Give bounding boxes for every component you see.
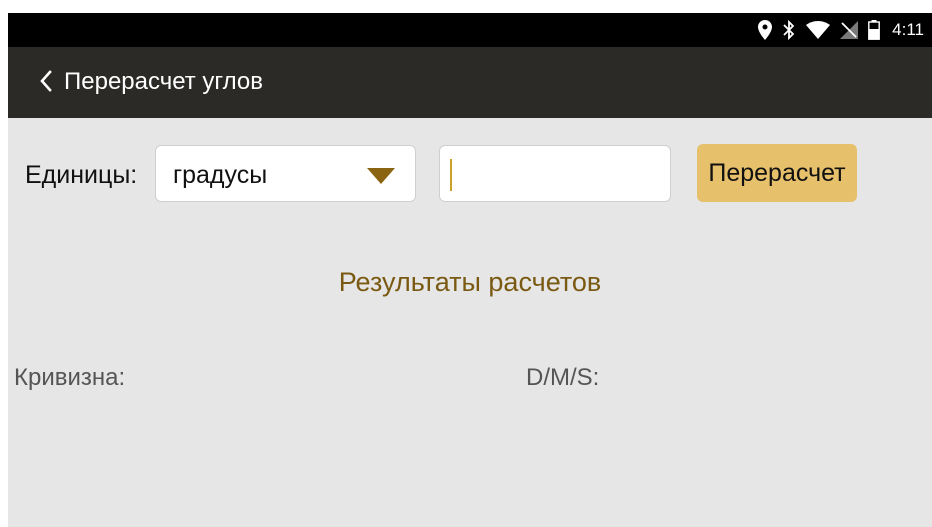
recalculate-button[interactable]: Перерасчет — [697, 144, 857, 202]
bluetooth-icon — [782, 20, 796, 40]
back-button[interactable] — [28, 65, 64, 101]
curvature-label: Кривизна: — [14, 364, 126, 391]
status-bar: 4:11 — [8, 13, 932, 47]
app-screen: 4:11 Перерасчет углов Единицы: градусы П… — [8, 13, 932, 527]
units-label: Единицы: — [25, 161, 138, 189]
units-selected-value: градусы — [173, 161, 268, 189]
location-icon — [758, 20, 773, 40]
wifi-icon — [806, 21, 831, 39]
text-cursor — [450, 159, 452, 191]
battery-icon — [868, 20, 881, 40]
chevron-left-icon — [39, 69, 53, 97]
no-signal-icon — [840, 21, 859, 39]
dms-label: D/M/S: — [526, 364, 600, 391]
units-dropdown[interactable]: градусы — [155, 145, 416, 202]
page-title: Перерасчет углов — [64, 68, 264, 95]
angle-input[interactable] — [439, 145, 671, 202]
status-icons: 4:11 — [758, 19, 924, 41]
dropdown-arrow-icon — [367, 168, 395, 189]
status-time: 4:11 — [892, 20, 924, 39]
results-heading: Результаты расчетов — [338, 267, 602, 297]
app-bar: Перерасчет углов — [8, 47, 932, 118]
